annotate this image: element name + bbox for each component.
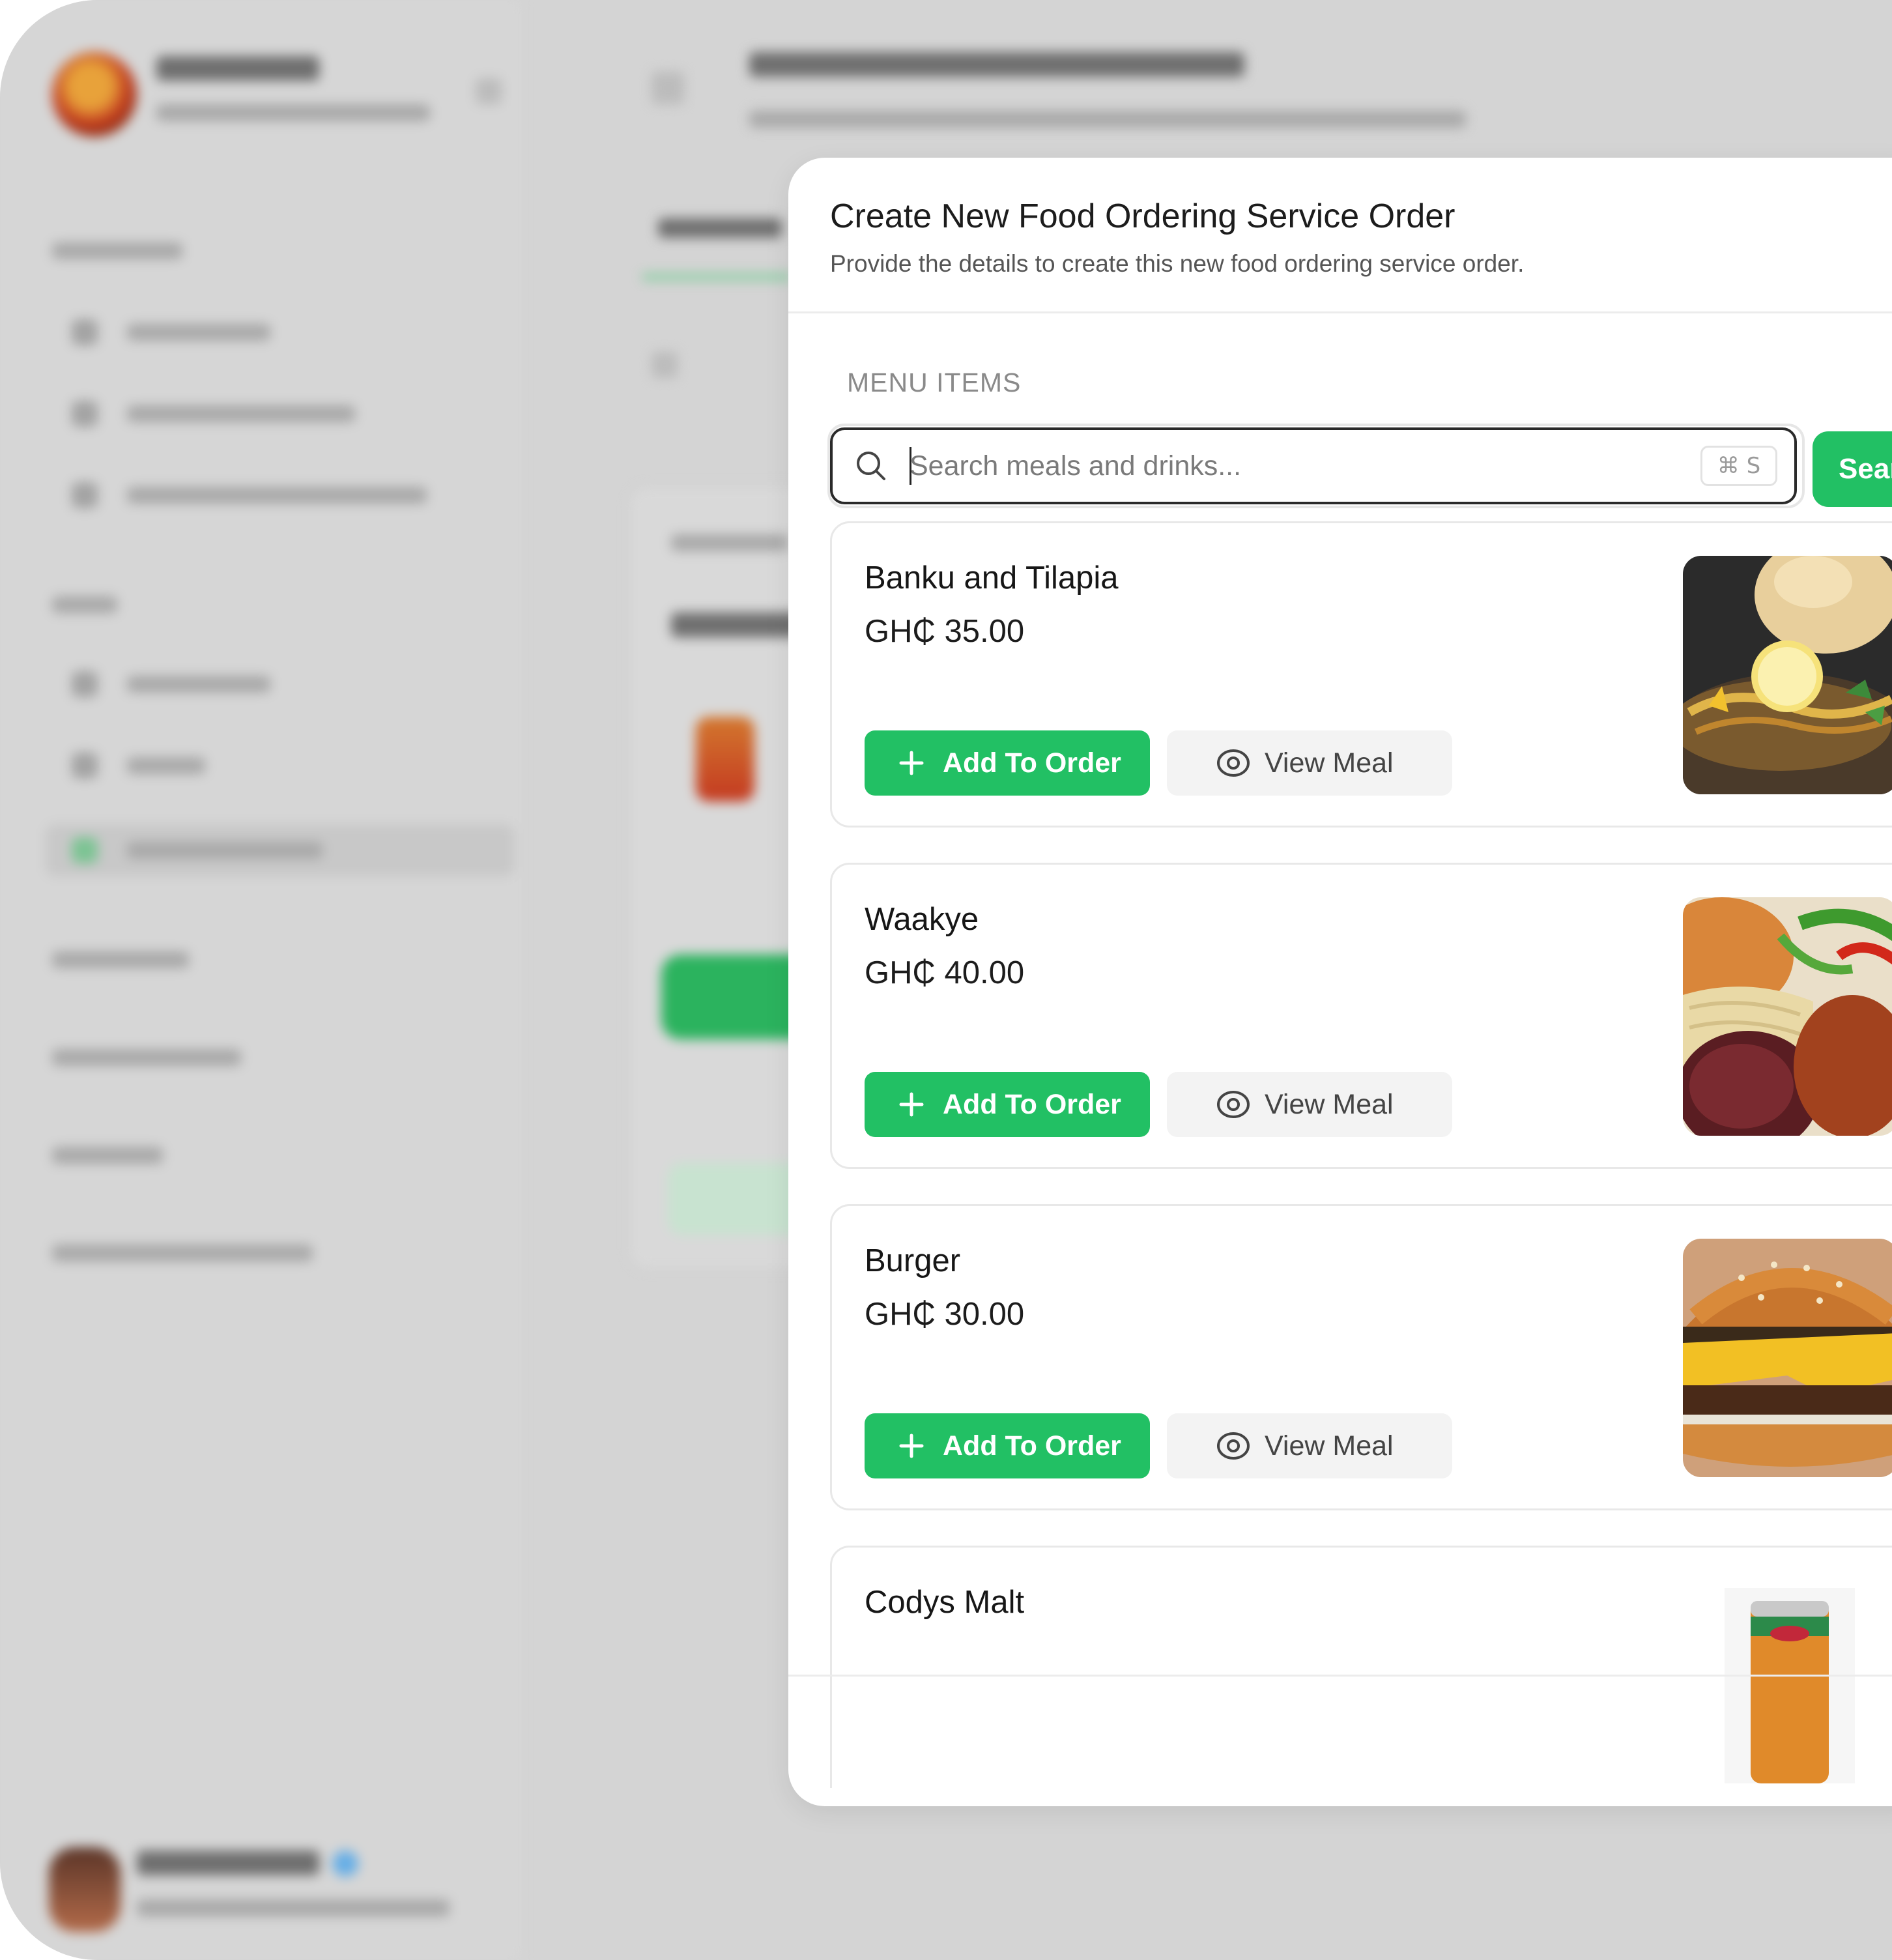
menu-item-card: Burger GH₵ 30.00 Add To Order View Meal — [830, 1204, 1892, 1510]
waakye-image — [1683, 897, 1892, 1136]
malt-can-image — [1725, 1588, 1855, 1783]
menu-item-price: GH₵ 35.00 — [865, 614, 1025, 649]
menu-items-label: MENU ITEMS — [847, 368, 1022, 397]
menu-item-price: GH₵ 30.00 — [865, 1297, 1025, 1332]
create-order-modal: Create New Food Ordering Service Order P… — [788, 158, 1892, 1806]
search-icon — [857, 452, 885, 480]
background-logo — [52, 52, 137, 137]
search-button[interactable]: Search — [1813, 431, 1892, 507]
menu-item-name: Codys Malt — [865, 1585, 1025, 1620]
menu-item-name: Banku and Tilapia — [865, 560, 1119, 596]
banku-tilapia-image — [1683, 556, 1892, 794]
add-to-order-label: Add To Order — [943, 747, 1121, 779]
menu-item-card: Waakye GH₵ 40.00 Add To Order View Meal — [830, 863, 1892, 1169]
add-to-order-button[interactable]: Add To Order — [865, 730, 1150, 796]
menu-items-list: Banku and Tilapia GH₵ 35.00 Add To Order… — [827, 521, 1892, 1788]
view-meal-button[interactable]: View Meal — [1167, 730, 1452, 796]
view-meal-label: View Meal — [1265, 1430, 1394, 1462]
eye-icon — [1217, 1432, 1250, 1460]
view-meal-label: View Meal — [1265, 747, 1394, 779]
app-screen: Create New Food Ordering Service Order P… — [0, 0, 1892, 1960]
footer-divider — [788, 1675, 1892, 1677]
menu-item-card: Codys Malt — [830, 1546, 1892, 1788]
add-to-order-button[interactable]: Add To Order — [865, 1413, 1150, 1478]
search-field[interactable]: ⌘ S — [830, 427, 1797, 504]
header-divider — [788, 311, 1892, 313]
menu-item-card: Banku and Tilapia GH₵ 35.00 Add To Order… — [830, 521, 1892, 828]
add-to-order-label: Add To Order — [943, 1430, 1121, 1462]
view-meal-button[interactable]: View Meal — [1167, 1072, 1452, 1137]
background-sidebar — [0, 0, 521, 1960]
eye-icon — [1217, 749, 1250, 777]
plus-icon — [899, 1434, 924, 1458]
search-input[interactable] — [910, 443, 1646, 489]
view-meal-label: View Meal — [1265, 1089, 1394, 1120]
add-to-order-button[interactable]: Add To Order — [865, 1072, 1150, 1137]
menu-item-name: Burger — [865, 1243, 961, 1278]
modal-title: Create New Food Ordering Service Order — [830, 197, 1455, 235]
add-to-order-label: Add To Order — [943, 1089, 1121, 1120]
text-caret — [910, 447, 911, 485]
plus-icon — [899, 751, 924, 775]
menu-item-price: GH₵ 40.00 — [865, 955, 1025, 990]
eye-icon — [1217, 1091, 1250, 1118]
plus-icon — [899, 1092, 924, 1117]
menu-item-name: Waakye — [865, 902, 979, 937]
keyboard-shortcut-hint: ⌘ S — [1700, 446, 1777, 486]
modal-subtitle: Provide the details to create this new f… — [830, 250, 1525, 277]
view-meal-button[interactable]: View Meal — [1167, 1413, 1452, 1478]
burger-image — [1683, 1239, 1892, 1477]
